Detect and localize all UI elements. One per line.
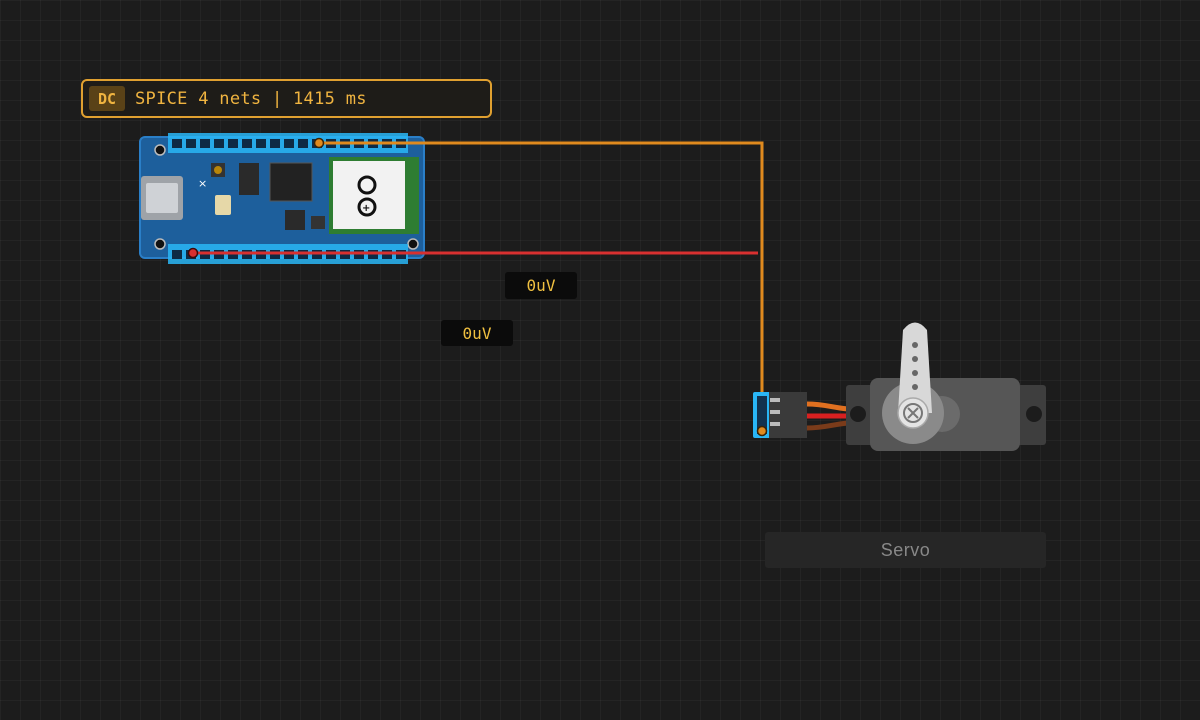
wire-endpoint[interactable] — [187, 247, 199, 259]
voltage-probe[interactable]: 0uV — [441, 320, 513, 346]
servo-motor[interactable] — [753, 322, 1046, 452]
reset-button[interactable] — [214, 166, 222, 174]
mounting-hole — [407, 238, 419, 250]
chip — [239, 163, 259, 195]
mounting-hole — [850, 406, 866, 422]
wire-endpoint[interactable] — [313, 137, 325, 149]
wifi-module — [333, 161, 405, 229]
circuit-canvas[interactable]: × + — [0, 0, 1200, 720]
wire-endpoint[interactable] — [756, 425, 768, 437]
mcu-chip — [269, 162, 313, 202]
mounting-hole — [1026, 406, 1042, 422]
servo-label: Servo — [765, 532, 1046, 568]
led — [215, 195, 231, 215]
mounting-hole — [154, 238, 166, 250]
svg-text:+: + — [362, 203, 370, 214]
arduino-board[interactable]: × + — [139, 133, 425, 264]
svg-text:×: × — [198, 177, 207, 190]
voltage-probe[interactable]: 0uV — [505, 272, 577, 299]
chip — [285, 210, 305, 230]
mounting-hole — [154, 144, 166, 156]
